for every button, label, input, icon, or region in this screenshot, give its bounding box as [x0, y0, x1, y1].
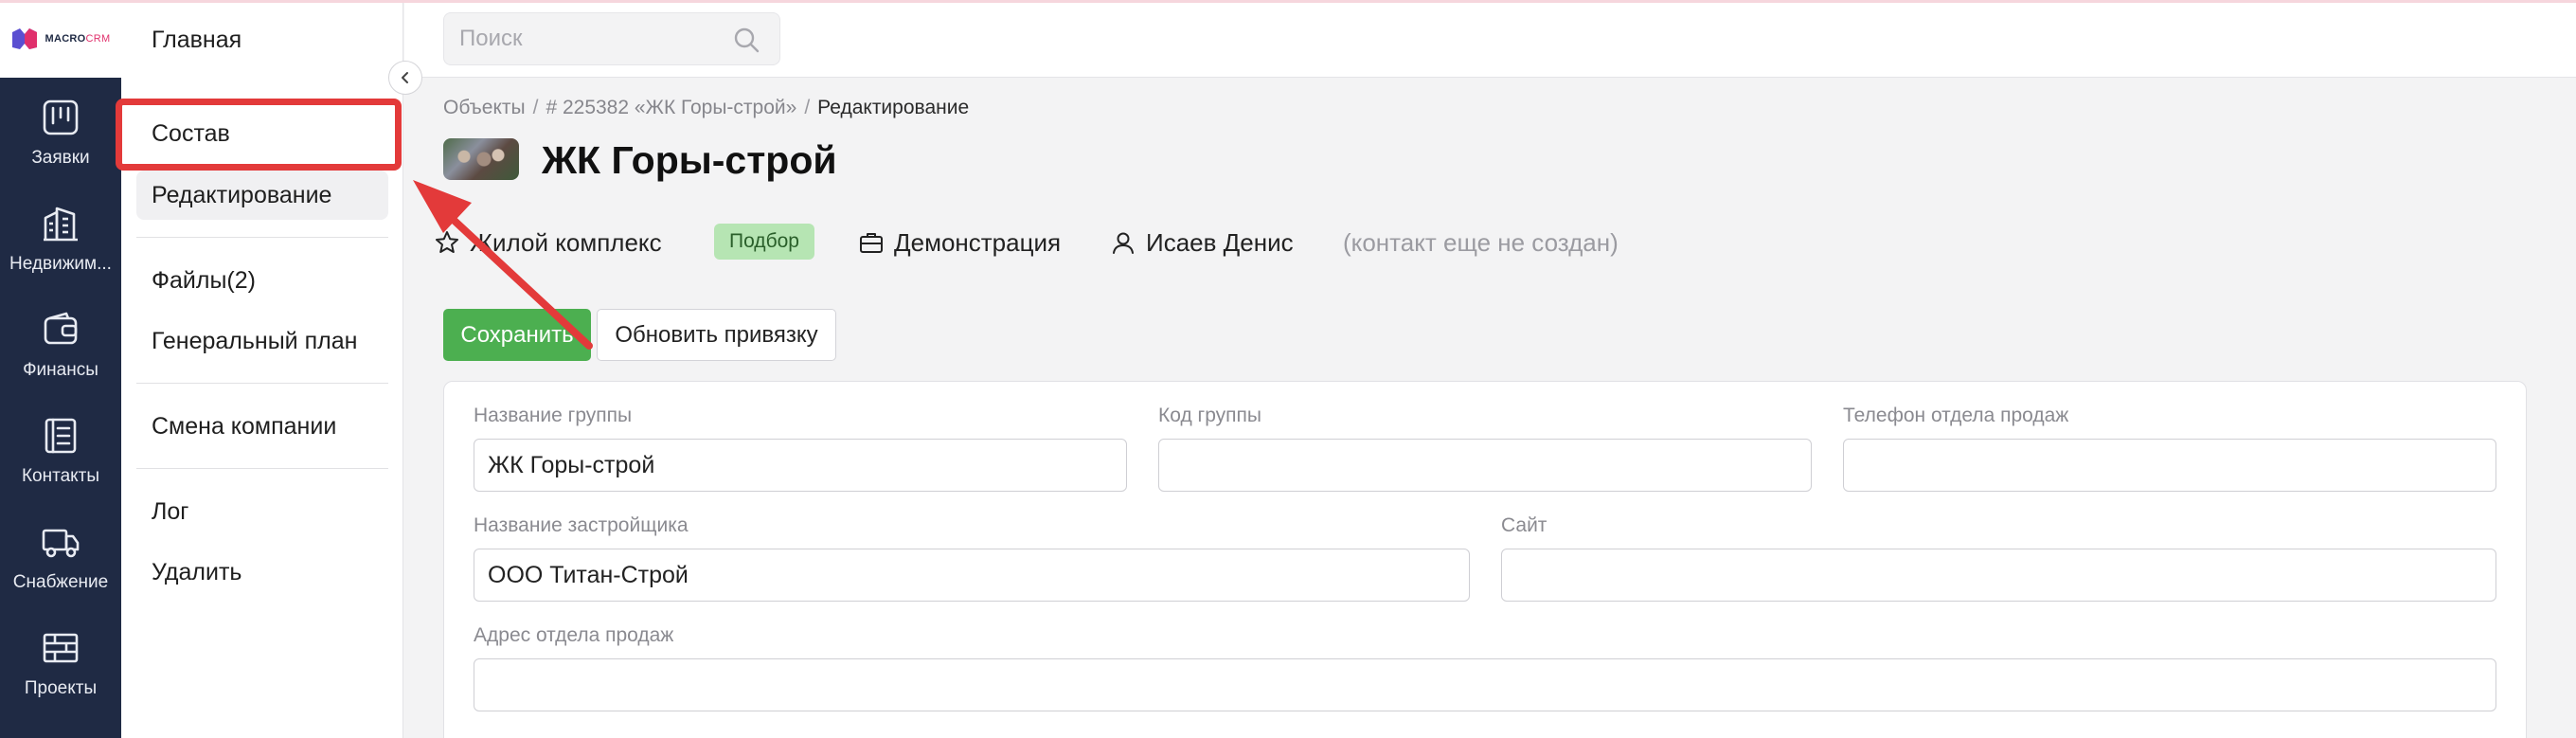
sales-phone-label: Телефон отдела продаж	[1843, 405, 2069, 426]
sales-phone-input[interactable]	[1843, 439, 2496, 492]
rail-item-realty[interactable]: Недвижим...	[0, 186, 121, 292]
collapse-sidebar-button[interactable]	[388, 61, 422, 95]
object-type-label: Жилой комплекс	[470, 227, 662, 257]
rail-label: Снабжение	[12, 572, 109, 592]
buildings-icon	[44, 207, 78, 242]
rail-label: Контакты	[21, 466, 100, 486]
contact-note: (контакт еще не создан)	[1343, 228, 1619, 257]
submenu-item-change-company[interactable]: Смена компании	[152, 413, 336, 441]
search-box[interactable]	[443, 12, 780, 65]
breadcrumb: Объекты / # 225382 «ЖК Горы-строй» / Редакти…	[443, 97, 969, 119]
logo-text: MACROCRM	[45, 33, 111, 45]
mode-label: Демонстрация	[894, 227, 1062, 257]
rail-label: Недвижим...	[9, 254, 112, 274]
main-nav-rail: MACROCRM Заявки Недвижим... Финансы Конт…	[0, 0, 121, 738]
submenu-item-log[interactable]: Лог	[152, 498, 188, 526]
status-badge[interactable]: Подбор	[714, 224, 814, 260]
sales-address-input[interactable]	[474, 658, 2496, 711]
submenu-item-master-plan[interactable]: Генеральный план	[152, 328, 357, 355]
group-code-label: Код группы	[1158, 405, 1261, 426]
chevron-left-icon	[402, 72, 408, 83]
page-title: ЖК Горы-строй	[542, 138, 837, 182]
object-thumbnail[interactable]	[443, 138, 519, 180]
sales-address-label: Адрес отдела продаж	[474, 624, 674, 646]
site-input[interactable]	[1501, 549, 2496, 602]
app-logo[interactable]: MACROCRM	[0, 0, 121, 78]
briefcase-icon	[860, 233, 883, 253]
submenu-item-files[interactable]: Файлы(2)	[152, 267, 256, 295]
search-input[interactable]	[459, 13, 724, 64]
logo-mark-icon	[12, 28, 38, 49]
developer-name-label: Название застройщика	[474, 514, 689, 536]
submenu-item-home[interactable]: Главная	[152, 27, 242, 54]
group-name-label: Название группы	[474, 405, 633, 426]
star-icon[interactable]	[434, 229, 460, 256]
rail-label: Финансы	[23, 360, 98, 380]
wallet-icon	[44, 312, 78, 345]
site-label: Сайт	[1501, 514, 1547, 536]
object-type[interactable]: Жилой комплекс	[434, 225, 662, 260]
developer-name-input[interactable]	[474, 549, 1470, 602]
rail-item-projects[interactable]: Проекты	[0, 610, 121, 716]
manager-name: Исаев Денис	[1146, 227, 1294, 257]
projects-icon	[43, 633, 79, 663]
breadcrumb-link-objects[interactable]: Объекты	[443, 97, 526, 118]
rail-label: Заявки	[31, 148, 90, 168]
truck-icon	[42, 529, 80, 558]
user-icon	[1113, 232, 1134, 254]
mode-demonstration[interactable]: Демонстрация	[858, 225, 1061, 260]
kanban-icon	[43, 99, 79, 135]
submenu-divider	[136, 237, 388, 238]
submenu-divider	[136, 383, 388, 384]
rail-item-finance[interactable]: Финансы	[0, 292, 121, 398]
rail-item-contacts[interactable]: Контакты	[0, 398, 121, 504]
group-code-input[interactable]	[1158, 439, 1812, 492]
manager[interactable]: Исаев Денис	[1110, 225, 1294, 260]
submenu-item-delete[interactable]: Удалить	[152, 559, 242, 586]
rail-item-requests[interactable]: Заявки	[0, 80, 121, 186]
submenu-item-edit[interactable]: Редактирование	[152, 182, 331, 209]
breadcrumb-link-object[interactable]: # 225382 «ЖК Горы-строй»	[546, 97, 796, 118]
breadcrumb-separator: /	[532, 97, 539, 118]
top-accent-line	[0, 0, 2576, 3]
submenu-item-composition[interactable]: Состав	[152, 120, 230, 148]
save-button[interactable]: Сохранить	[443, 309, 591, 361]
breadcrumb-current: Редактирование	[817, 97, 970, 118]
top-header	[404, 3, 2576, 78]
refresh-binding-button[interactable]: Обновить привязку	[597, 309, 836, 361]
breadcrumb-separator: /	[804, 97, 811, 118]
contacts-icon	[45, 418, 77, 454]
edit-form-card: Название группы Код группы Телефон отдел…	[443, 381, 2527, 738]
rail-label: Проекты	[24, 678, 98, 698]
group-name-input[interactable]	[474, 439, 1127, 492]
search-icon[interactable]	[732, 26, 760, 54]
submenu-divider	[136, 468, 388, 469]
rail-item-supply[interactable]: Снабжение	[0, 504, 121, 610]
